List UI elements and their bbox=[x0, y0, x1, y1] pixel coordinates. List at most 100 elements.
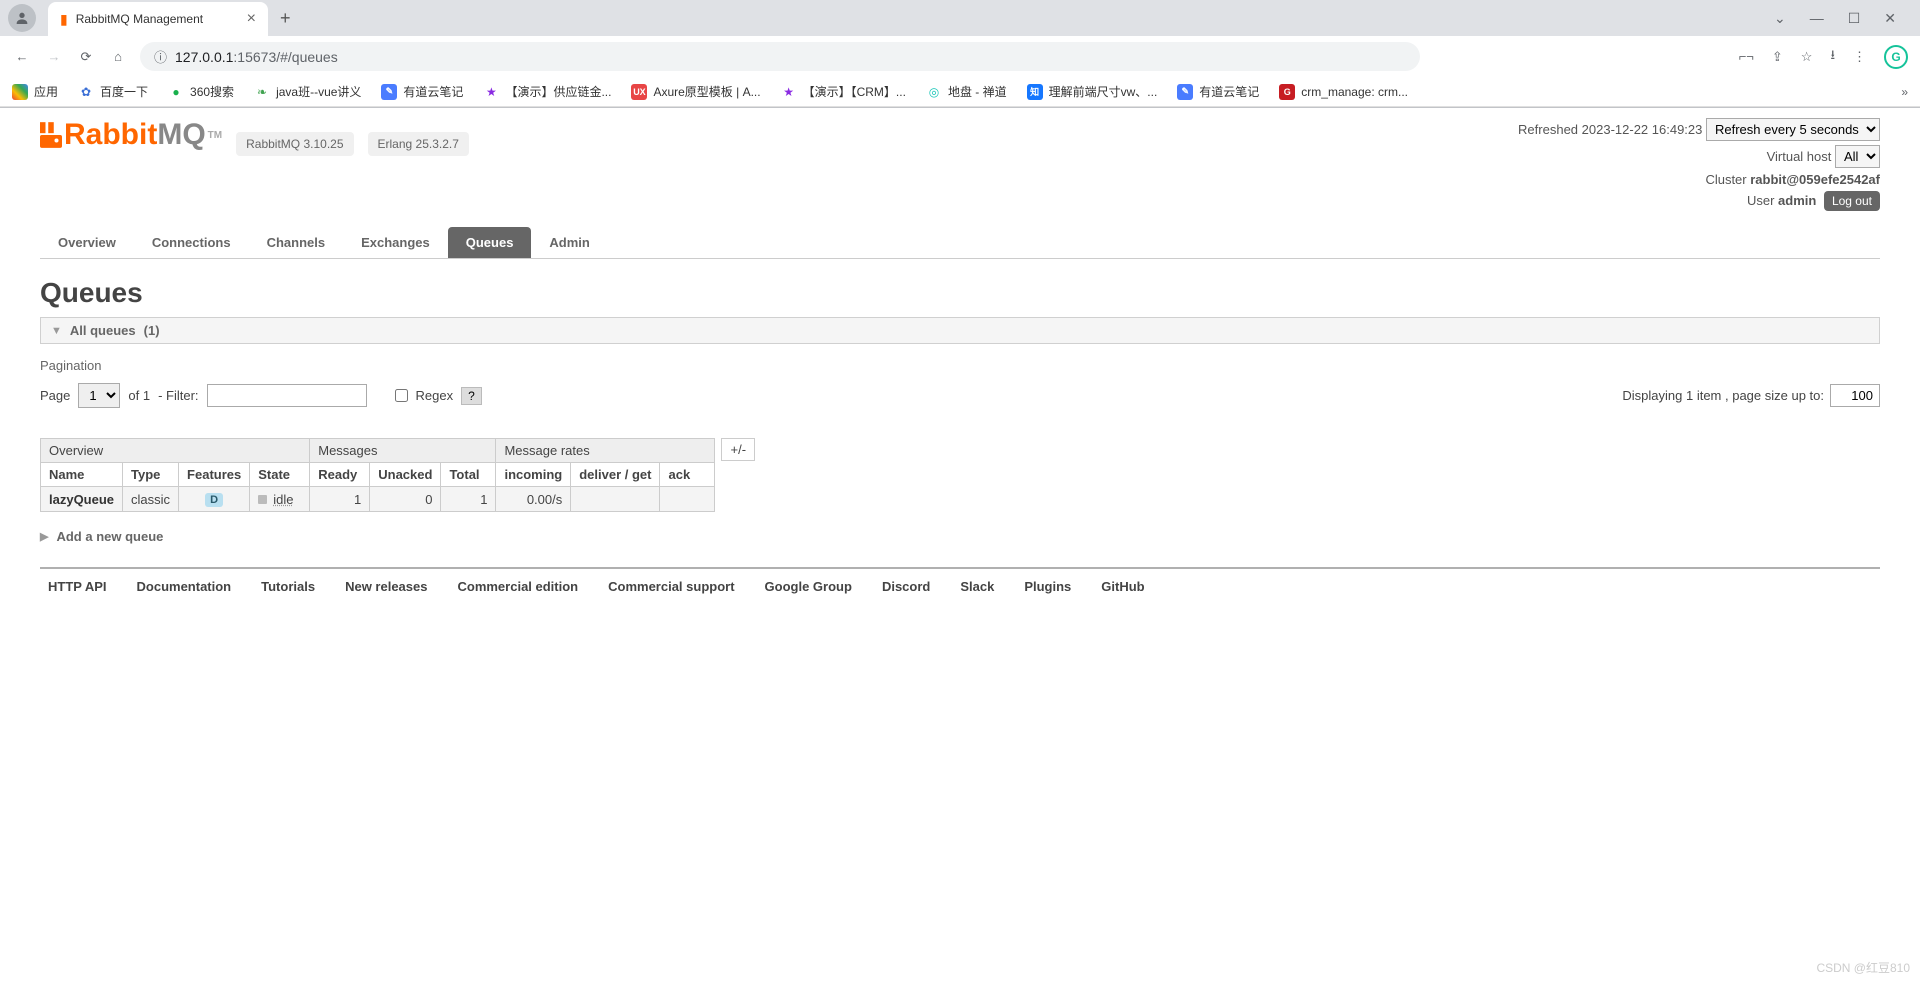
grammarly-icon[interactable]: G bbox=[1884, 45, 1908, 69]
new-tab-button[interactable]: + bbox=[280, 8, 291, 29]
key-icon[interactable]: ⌐¬ bbox=[1739, 49, 1754, 64]
tab-connections[interactable]: Connections bbox=[134, 227, 249, 258]
tab-overview[interactable]: Overview bbox=[40, 227, 134, 258]
tab-channels[interactable]: Channels bbox=[249, 227, 344, 258]
footer-link[interactable]: New releases bbox=[345, 579, 427, 594]
col-deliver[interactable]: deliver / get bbox=[571, 463, 660, 487]
bookmark-item[interactable]: 知理解前端尺寸vw、... bbox=[1027, 83, 1158, 100]
back-button[interactable]: ← bbox=[12, 49, 32, 64]
pagination-section-label: Pagination bbox=[40, 358, 1880, 373]
bookmarks-bar: ⠿ 应用 ✿百度一下●360搜索❧java班--vue讲义✎有道云笔记★【演示】… bbox=[0, 77, 1920, 107]
regex-checkbox[interactable] bbox=[395, 389, 408, 402]
columns-toggle-button[interactable]: +/- bbox=[721, 438, 755, 461]
erlang-version: Erlang 25.3.2.7 bbox=[368, 132, 469, 156]
bookmark-favicon-icon: ★ bbox=[781, 84, 797, 100]
browser-tab[interactable]: ▮ RabbitMQ Management × bbox=[48, 2, 268, 36]
col-type[interactable]: Type bbox=[123, 463, 179, 487]
address-bar[interactable]: ⓘ 127.0.0.1:15673/#/queues bbox=[140, 42, 1420, 71]
page-select[interactable]: 1 bbox=[78, 383, 120, 408]
queue-total: 1 bbox=[441, 487, 496, 512]
refresh-interval-select[interactable]: Refresh every 5 seconds bbox=[1706, 118, 1880, 141]
footer-link[interactable]: HTTP API bbox=[48, 579, 107, 594]
vhost-label: Virtual host bbox=[1767, 149, 1832, 164]
profile-icon[interactable] bbox=[8, 4, 36, 32]
group-overview: Overview bbox=[41, 439, 310, 463]
rabbitmq-logo-icon bbox=[40, 122, 62, 148]
col-total[interactable]: Total bbox=[441, 463, 496, 487]
bookmark-item[interactable]: ●360搜索 bbox=[168, 83, 234, 100]
bookmark-favicon-icon: ● bbox=[168, 84, 184, 100]
footer-link[interactable]: Plugins bbox=[1024, 579, 1071, 594]
col-state[interactable]: State bbox=[250, 463, 310, 487]
chevron-down-icon[interactable]: ⌄ bbox=[1774, 10, 1786, 27]
address-row: ← → ⟳ ⌂ ⓘ 127.0.0.1:15673/#/queues ⌐¬ ⇪ … bbox=[0, 36, 1920, 77]
forward-button: → bbox=[44, 49, 64, 64]
apps-button[interactable]: ⠿ 应用 bbox=[12, 83, 58, 100]
footer-link[interactable]: Slack bbox=[960, 579, 994, 594]
bookmark-label: 百度一下 bbox=[100, 83, 148, 100]
all-queues-header[interactable]: ▼ All queues (1) bbox=[40, 317, 1880, 344]
info-icon[interactable]: ⓘ bbox=[154, 47, 167, 66]
footer-link[interactable]: Discord bbox=[882, 579, 930, 594]
close-window-icon[interactable]: ✕ bbox=[1884, 10, 1896, 27]
bookmark-item[interactable]: Gcrm_manage: crm... bbox=[1279, 84, 1408, 100]
col-incoming[interactable]: incoming bbox=[496, 463, 571, 487]
bookmarks-overflow-icon[interactable]: » bbox=[1901, 85, 1908, 99]
share-icon[interactable]: ⇪ bbox=[1772, 49, 1783, 65]
bookmark-favicon-icon: ✎ bbox=[381, 84, 397, 100]
footer-link[interactable]: Commercial edition bbox=[457, 579, 578, 594]
page-size-input[interactable] bbox=[1830, 384, 1880, 407]
bookmark-favicon-icon: ★ bbox=[483, 84, 499, 100]
tab-exchanges[interactable]: Exchanges bbox=[343, 227, 448, 258]
reload-button[interactable]: ⟳ bbox=[76, 49, 96, 65]
col-ack[interactable]: ack bbox=[660, 463, 715, 487]
minimize-icon[interactable]: — bbox=[1810, 10, 1824, 27]
bookmark-label: 理解前端尺寸vw、... bbox=[1049, 83, 1158, 100]
logout-button[interactable]: Log out bbox=[1824, 191, 1880, 211]
bookmark-item[interactable]: ◎地盘 - 禅道 bbox=[926, 83, 1007, 100]
queue-name-link[interactable]: lazyQueue bbox=[41, 487, 123, 512]
col-unacked[interactable]: Unacked bbox=[370, 463, 441, 487]
footer-link[interactable]: Documentation bbox=[137, 579, 232, 594]
add-queue-header[interactable]: ▶ Add a new queue bbox=[40, 524, 1880, 549]
table-row: lazyQueue classic D idle 1 0 1 0.00/s bbox=[41, 487, 715, 512]
col-ready[interactable]: Ready bbox=[310, 463, 370, 487]
vhost-select[interactable]: All bbox=[1835, 145, 1880, 168]
bookmark-label: 【演示】供应链金... bbox=[505, 83, 611, 100]
bookmark-label: 地盘 - 禅道 bbox=[948, 83, 1007, 100]
footer-link[interactable]: Tutorials bbox=[261, 579, 315, 594]
filter-input[interactable] bbox=[207, 384, 367, 407]
col-features[interactable]: Features bbox=[179, 463, 250, 487]
tab-queues[interactable]: Queues bbox=[448, 227, 532, 258]
queue-ack bbox=[660, 487, 715, 512]
download-icon[interactable]: ⭳ bbox=[1830, 46, 1835, 68]
bookmark-favicon-icon: G bbox=[1279, 84, 1295, 100]
queues-table-wrap: Overview Messages Message rates Name Typ… bbox=[40, 438, 1880, 512]
bookmark-star-icon[interactable]: ☆ bbox=[1801, 49, 1813, 65]
tab-admin[interactable]: Admin bbox=[531, 227, 607, 258]
menu-dots-icon[interactable]: ⋮ bbox=[1853, 49, 1866, 65]
queue-features: D bbox=[179, 487, 250, 512]
refreshed-time: 2023-12-22 16:49:23 bbox=[1582, 122, 1703, 137]
footer-link[interactable]: Google Group bbox=[765, 579, 852, 594]
bookmark-item[interactable]: ★ 【演示】供应链金... bbox=[483, 83, 611, 100]
queue-state: idle bbox=[250, 487, 310, 512]
bookmark-favicon-icon: UX bbox=[631, 84, 647, 100]
bookmark-item[interactable]: ✿百度一下 bbox=[78, 83, 148, 100]
bookmark-item[interactable]: ★【演示】【CRM】... bbox=[781, 83, 906, 100]
close-tab-icon[interactable]: × bbox=[247, 10, 256, 28]
maximize-icon[interactable]: ☐ bbox=[1848, 10, 1861, 27]
regex-help-button[interactable]: ? bbox=[461, 387, 482, 405]
table-group-row: Overview Messages Message rates bbox=[41, 439, 715, 463]
footer-link[interactable]: GitHub bbox=[1101, 579, 1144, 594]
bookmark-item[interactable]: UXAxure原型模板 | A... bbox=[631, 83, 760, 100]
bookmark-item[interactable]: ✎有道云笔记 bbox=[381, 83, 463, 100]
queues-table: Overview Messages Message rates Name Typ… bbox=[40, 438, 715, 512]
col-name[interactable]: Name bbox=[41, 463, 123, 487]
bookmark-item[interactable]: ❧java班--vue讲义 bbox=[254, 83, 361, 100]
add-queue-label: Add a new queue bbox=[56, 529, 163, 544]
durable-badge: D bbox=[205, 493, 223, 507]
footer-link[interactable]: Commercial support bbox=[608, 579, 734, 594]
bookmark-item[interactable]: ✎有道云笔记 bbox=[1177, 83, 1259, 100]
home-button[interactable]: ⌂ bbox=[108, 49, 128, 64]
